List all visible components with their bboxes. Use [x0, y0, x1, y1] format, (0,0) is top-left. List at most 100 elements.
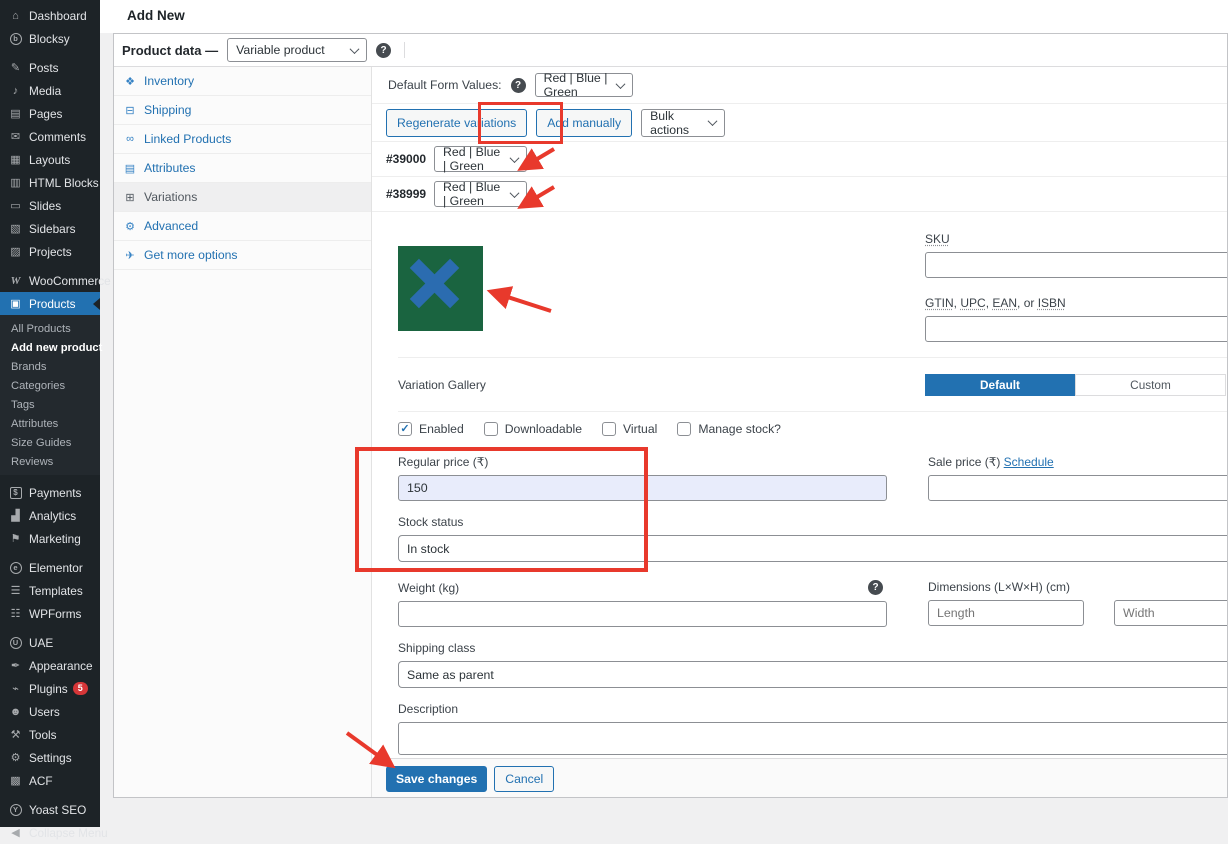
sidebar-subitem-size-guides[interactable]: Size Guides	[0, 433, 100, 452]
sidebar-subitem-reviews[interactable]: Reviews	[0, 452, 100, 471]
checkbox-downloadable[interactable]: Downloadable	[484, 422, 582, 436]
yoast-seo-icon: Y	[8, 804, 23, 816]
description-textarea[interactable]	[398, 722, 1227, 755]
sidebar-subitem-tags[interactable]: Tags	[0, 395, 100, 414]
product-type-select[interactable]: Variable product	[227, 38, 367, 62]
sidebar-item-analytics[interactable]: ▟Analytics	[0, 504, 100, 527]
width-input[interactable]	[1114, 600, 1227, 626]
sidebar-item-collapse-menu[interactable]: ◀Collapse Menu	[0, 821, 100, 844]
sidebar-item-blocksy[interactable]: bBlocksy	[0, 27, 100, 50]
default-form-values-select[interactable]: Red | Blue | Green	[535, 73, 633, 97]
sidebar-item-pages[interactable]: ▤Pages	[0, 102, 100, 125]
stock-status-select[interactable]: In stock	[398, 535, 1227, 562]
sidebar-item-users[interactable]: ☻Users	[0, 700, 100, 723]
regenerate-variations-button[interactable]: Regenerate variations	[386, 109, 527, 137]
sidebar-item-appearance[interactable]: ✒Appearance	[0, 654, 100, 677]
sidebar-item-comments[interactable]: ✉Comments	[0, 125, 100, 148]
tab-inventory[interactable]: ❖Inventory	[114, 67, 371, 96]
uae-icon: U	[8, 637, 23, 649]
sidebar-item-posts[interactable]: ✎Posts	[0, 56, 100, 79]
length-input[interactable]	[928, 600, 1084, 626]
dimensions-label: Dimensions (L×W×H) (cm)	[928, 580, 1227, 594]
tab-advanced[interactable]: ⚙Advanced	[114, 212, 371, 241]
variation-id: #39000	[386, 152, 426, 166]
menu-item-label: All Products	[11, 323, 71, 335]
chevron-down-icon	[615, 79, 625, 89]
bulk-actions-select[interactable]: Bulk actions	[641, 109, 725, 137]
sidebar-item-dashboard[interactable]: ⌂ Dashboard	[0, 4, 100, 27]
tab-get-more-options[interactable]: ✈Get more options	[114, 241, 371, 270]
sidebar-item-html-blocks[interactable]: ▥HTML Blocks	[0, 171, 100, 194]
manage-stock-checkbox-box[interactable]	[677, 422, 691, 436]
sidebar-item-projects[interactable]: ▨Projects	[0, 240, 100, 263]
enabled-checkbox-box[interactable]: ✓	[398, 422, 412, 436]
weight-help-icon[interactable]: ?	[868, 580, 883, 595]
sidebar-subitem-categories[interactable]: Categories	[0, 376, 100, 395]
gallery-default-button[interactable]: Default	[925, 374, 1075, 396]
virtual-checkbox-box[interactable]	[602, 422, 616, 436]
checkbox-enabled[interactable]: ✓ Enabled	[398, 422, 464, 436]
blocksy-icon: b	[8, 33, 23, 45]
menu-item-label: Elementor	[29, 561, 83, 575]
variation-attribute-select[interactable]: Red | Blue | Green	[434, 146, 527, 172]
menu-item-label: Brands	[11, 361, 46, 373]
sku-input[interactable]	[925, 252, 1227, 278]
tab-linked-products[interactable]: ∞Linked Products	[114, 125, 371, 154]
sidebar-item-acf[interactable]: ▩ACF	[0, 769, 100, 792]
variation-attribute-select[interactable]: Red | Blue | Green	[434, 181, 527, 207]
tab-variations[interactable]: ⊞Variations	[114, 183, 371, 212]
sidebar-item-payments[interactable]: $Payments	[0, 481, 100, 504]
sidebar-item-layouts[interactable]: ▦Layouts	[0, 148, 100, 171]
downloadable-checkbox-box[interactable]	[484, 422, 498, 436]
sidebar-item-yoast-seo[interactable]: YYoast SEO	[0, 798, 100, 821]
sidebar-item-plugins[interactable]: ⌁Plugins5	[0, 677, 100, 700]
schedule-link[interactable]: Schedule	[1004, 455, 1054, 469]
tab-attributes[interactable]: ▤Attributes	[114, 154, 371, 183]
sidebar-item-woocommerce[interactable]: WWooCommerce	[0, 269, 100, 292]
sidebar-item-templates[interactable]: ☰Templates	[0, 579, 100, 602]
admin-sidebar: ⌂ Dashboard bBlocksy ✎Posts♪Media▤Pages✉Com…	[0, 0, 100, 827]
sidebar-item-media[interactable]: ♪Media	[0, 79, 100, 102]
default-form-values-help-icon[interactable]: ?	[511, 78, 526, 93]
sidebar-item-elementor[interactable]: eElementor	[0, 556, 100, 579]
menu-item-label: Dashboard	[29, 9, 87, 23]
checkbox-virtual[interactable]: Virtual	[602, 422, 657, 436]
menu-item-label: Comments	[29, 130, 86, 144]
menu-item-label: Sidebars	[29, 222, 76, 236]
dashboard-icon: ⌂	[8, 10, 23, 22]
add-manually-button[interactable]: Add manually	[536, 109, 632, 137]
sidebar-item-slides[interactable]: ▭Slides	[0, 194, 100, 217]
chevron-down-icon	[510, 153, 520, 163]
stock-status-label: Stock status	[398, 515, 1227, 529]
variation-gallery-label: Variation Gallery	[398, 378, 486, 392]
sidebar-item-sidebars[interactable]: ▧Sidebars	[0, 217, 100, 240]
shipping-tab-icon: ⊟	[123, 104, 137, 117]
regular-price-input[interactable]	[398, 475, 887, 501]
sidebar-subitem-brands[interactable]: Brands	[0, 357, 100, 376]
checkbox-manage-stock[interactable]: Manage stock?	[677, 422, 781, 436]
sidebar-item-wpforms[interactable]: ☷WPForms	[0, 602, 100, 625]
save-changes-button[interactable]: Save changes	[386, 766, 487, 792]
checkbox-label: Enabled	[419, 422, 464, 436]
sidebar-item-products[interactable]: ▣Products	[0, 292, 100, 315]
gallery-custom-button[interactable]: Custom	[1075, 374, 1226, 396]
sidebar-item-settings[interactable]: ⚙Settings	[0, 746, 100, 769]
weight-input[interactable]	[398, 601, 887, 627]
product-type-help-icon[interactable]: ?	[376, 43, 391, 58]
sidebar-subitem-all-products[interactable]: All Products	[0, 319, 100, 338]
linked-products-tab-icon: ∞	[123, 133, 137, 145]
tab-shipping[interactable]: ⊟Shipping	[114, 96, 371, 125]
sidebar-subitem-attributes[interactable]: Attributes	[0, 414, 100, 433]
sidebar-item-marketing[interactable]: ⚑Marketing	[0, 527, 100, 550]
sale-price-input[interactable]	[928, 475, 1227, 501]
shipping-class-select[interactable]: Same as parent	[398, 661, 1227, 688]
sidebar-item-uae[interactable]: UUAE	[0, 631, 100, 654]
gtin-input[interactable]	[925, 316, 1227, 342]
product-data-panel: Product data — Variable product ? ❖Inven…	[113, 33, 1228, 798]
cancel-button[interactable]: Cancel	[494, 766, 554, 792]
sidebar-subitem-add-new-product[interactable]: Add new product	[0, 338, 100, 357]
variation-image-thumbnail[interactable]	[398, 246, 483, 331]
sidebar-item-tools[interactable]: ⚒Tools	[0, 723, 100, 746]
variation-attribute-value: Red | Blue | Green	[443, 180, 503, 208]
collapse-menu-icon: ◀	[8, 826, 23, 839]
